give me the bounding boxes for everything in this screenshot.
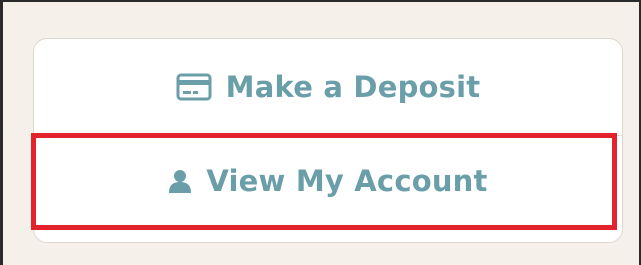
- make-deposit-label: Make a Deposit: [225, 70, 481, 104]
- app-frame: Make a Deposit View My Account: [0, 0, 641, 265]
- credit-card-icon: [176, 73, 212, 101]
- action-menu-card: Make a Deposit View My Account: [33, 38, 623, 243]
- user-icon: [168, 169, 192, 193]
- view-account-label: View My Account: [206, 164, 488, 198]
- view-account-button[interactable]: View My Account: [34, 136, 622, 226]
- make-deposit-button[interactable]: Make a Deposit: [34, 39, 622, 136]
